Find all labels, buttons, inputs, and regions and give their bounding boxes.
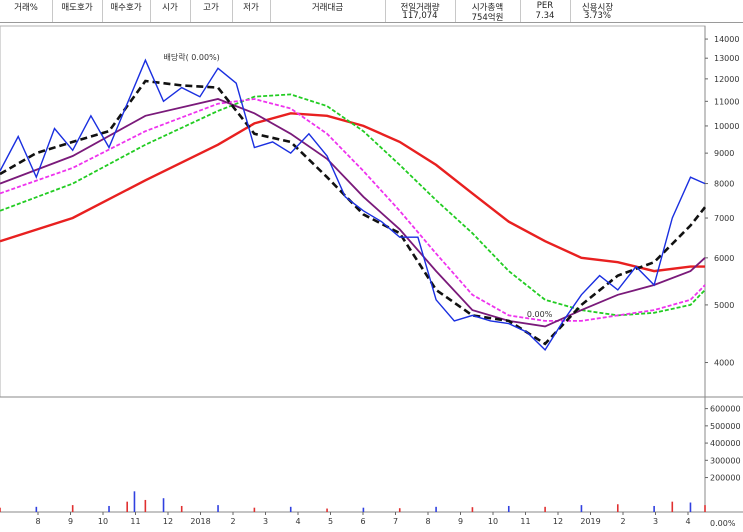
volume-bar bbox=[0, 507, 1, 512]
volume-bar bbox=[616, 504, 619, 512]
volume-bar bbox=[362, 507, 365, 512]
x-tick-label: 2 bbox=[620, 517, 625, 526]
price-line bbox=[0, 58, 706, 352]
volume-bar bbox=[471, 507, 474, 512]
price-tick-label: 14000 bbox=[714, 35, 739, 44]
volume-bar bbox=[126, 501, 128, 512]
volume-bar bbox=[326, 508, 328, 512]
price-tick-label: 5000 bbox=[714, 301, 734, 310]
chart-annotation: 0.00% bbox=[710, 519, 736, 528]
price-tick-label: 9000 bbox=[714, 149, 734, 158]
price-tick-label: 12000 bbox=[714, 75, 739, 84]
volume-tick-label: 600000 bbox=[710, 405, 741, 414]
volume-bar bbox=[133, 491, 136, 512]
volume-bar bbox=[253, 507, 256, 512]
volume-tick-label: 500000 bbox=[710, 422, 741, 431]
x-tick-label: 10 bbox=[488, 517, 498, 526]
volume-bar bbox=[689, 502, 692, 512]
x-tick-label: 10 bbox=[98, 517, 108, 526]
volume-bar bbox=[180, 505, 183, 512]
x-tick-label: 9 bbox=[458, 517, 463, 526]
volume-bar bbox=[653, 505, 655, 512]
x-tick-label: 5 bbox=[328, 517, 333, 526]
moving-average-line bbox=[0, 79, 707, 346]
volume-tick-label: 200000 bbox=[710, 474, 741, 483]
price-tick-label: 8000 bbox=[714, 180, 734, 189]
x-tick-label: 2019 bbox=[580, 517, 600, 526]
x-tick-label: 6 bbox=[360, 517, 365, 526]
price-tick-label: 11000 bbox=[714, 97, 739, 106]
x-tick-label: 3 bbox=[263, 517, 268, 526]
x-tick-label: 3 bbox=[653, 517, 658, 526]
x-tick-label: 9 bbox=[68, 517, 73, 526]
chart-annotation: 배당락( 0.00%) bbox=[164, 52, 220, 62]
price-tick-label: 7000 bbox=[714, 214, 734, 223]
price-panel-frame bbox=[0, 25, 706, 398]
x-tick-label: 11 bbox=[520, 517, 530, 526]
volume-bar bbox=[398, 508, 401, 512]
x-tick-label: 8 bbox=[425, 517, 430, 526]
volume-bar bbox=[435, 506, 437, 512]
volume-bar bbox=[217, 505, 219, 512]
x-tick-label: 7 bbox=[393, 517, 398, 526]
x-tick-label: 8 bbox=[35, 517, 40, 526]
stock-chart: 4000 5000 6000 7000 8000 9000 10000 11000 12000 1… bbox=[0, 25, 743, 528]
volume-bar bbox=[162, 498, 165, 512]
volume-bar bbox=[671, 501, 674, 512]
volume-tick-label: 400000 bbox=[710, 439, 741, 448]
volume-tick-label: 300000 bbox=[710, 456, 741, 465]
volume-bar bbox=[580, 505, 583, 512]
volume-bar bbox=[108, 505, 110, 512]
volume-bar bbox=[144, 499, 147, 512]
x-tick-label: 12 bbox=[553, 517, 563, 526]
volume-bar bbox=[35, 506, 38, 512]
x-tick-label: 2 bbox=[230, 517, 235, 526]
price-tick-label: 13000 bbox=[714, 54, 739, 63]
volume-bar bbox=[704, 505, 706, 512]
x-tick-label: 4 bbox=[295, 517, 300, 526]
moving-average-line bbox=[0, 93, 706, 317]
volume-bar bbox=[289, 506, 292, 512]
chart-annotation: 0.00% bbox=[527, 310, 553, 319]
price-tick-label: 10000 bbox=[714, 122, 739, 131]
x-tick-label: 2018 bbox=[190, 517, 210, 526]
x-tick-label: 11 bbox=[130, 517, 140, 526]
price-tick-label: 6000 bbox=[714, 254, 734, 263]
volume-bar bbox=[507, 505, 510, 512]
volume-bar bbox=[71, 505, 74, 512]
x-tick-label: 12 bbox=[163, 517, 173, 526]
volume-bar bbox=[544, 506, 546, 512]
price-tick-label: 4000 bbox=[714, 359, 734, 368]
x-tick-label: 4 bbox=[685, 517, 690, 526]
